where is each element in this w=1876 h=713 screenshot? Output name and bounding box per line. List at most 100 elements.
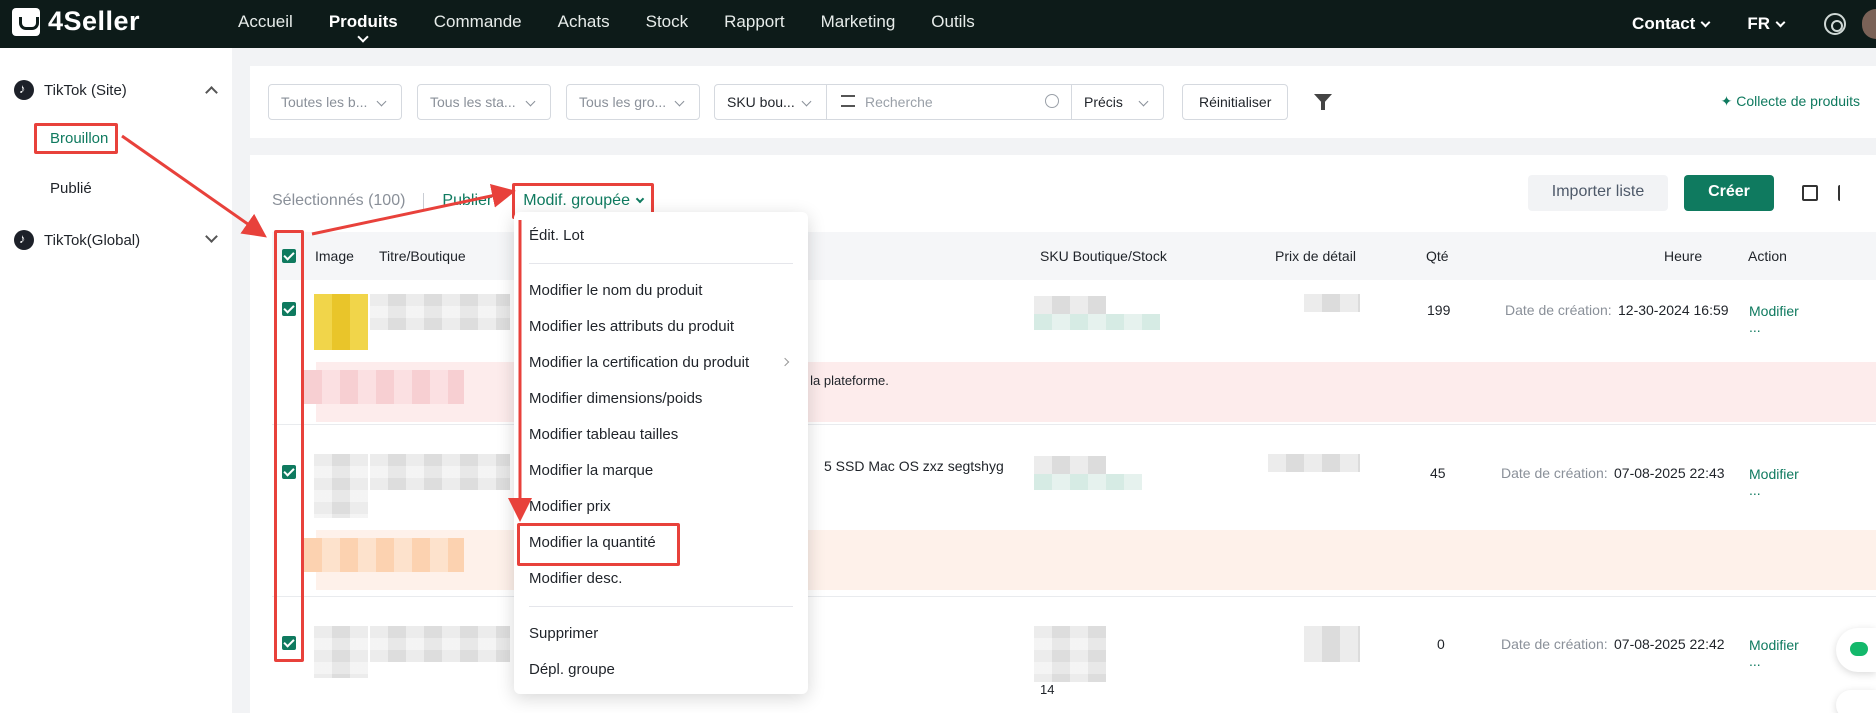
language-label: FR bbox=[1747, 14, 1770, 33]
chevron-down-icon bbox=[674, 96, 685, 107]
modify-link[interactable]: Modifier bbox=[1749, 637, 1799, 653]
more-actions[interactable]: ... bbox=[1749, 482, 1761, 498]
created-date: 07-08-2025 22:42 bbox=[1614, 636, 1725, 652]
product-thumbnail[interactable] bbox=[314, 294, 368, 350]
search-icon[interactable] bbox=[1045, 94, 1059, 108]
menu-item-edit-price[interactable]: Modifier prix bbox=[529, 498, 611, 515]
menu-item-edit-lot[interactable]: Édit. Lot bbox=[529, 227, 584, 244]
sidebar-group-tiktok-site[interactable]: TikTok (Site) bbox=[14, 80, 224, 100]
tiktok-icon bbox=[14, 80, 34, 100]
menu-item-edit-brand[interactable]: Modifier la marque bbox=[529, 462, 653, 479]
menu-item-edit-dimensions[interactable]: Modifier dimensions/poids bbox=[529, 390, 702, 407]
menu-item-edit-description[interactable]: Modifier desc. bbox=[529, 570, 622, 587]
chevron-down-icon bbox=[205, 230, 218, 243]
qty-value: 45 bbox=[1430, 465, 1446, 481]
modify-link[interactable]: Modifier bbox=[1749, 303, 1799, 319]
more-actions[interactable]: ... bbox=[1749, 319, 1761, 335]
product-thumbnail[interactable] bbox=[314, 626, 368, 678]
created-date: 07-08-2025 22:43 bbox=[1614, 465, 1725, 481]
nav-rapport[interactable]: Rapport bbox=[706, 0, 802, 48]
table-row: 199 Date de création: 12-30-2024 16:59 M… bbox=[272, 280, 1876, 440]
logo-text: 4Seller bbox=[48, 6, 141, 36]
chevron-down-icon bbox=[635, 194, 645, 204]
create-button[interactable]: Créer bbox=[1684, 175, 1774, 211]
divider bbox=[272, 424, 1876, 425]
gear-icon[interactable] bbox=[1824, 13, 1846, 35]
highlight-checkboxes bbox=[274, 230, 304, 662]
top-right-controls: Contact FR bbox=[1632, 0, 1876, 48]
status-select-value: Tous les sta... bbox=[430, 94, 516, 110]
chevron-down-icon bbox=[1775, 17, 1786, 28]
menu-item-edit-name[interactable]: Modifier le nom du produit bbox=[529, 282, 702, 299]
chat-support-button[interactable] bbox=[1836, 628, 1876, 672]
more-actions[interactable]: ... bbox=[1749, 653, 1761, 669]
th-image: Image bbox=[315, 248, 354, 264]
sidebar-group-label: TikTok(Global) bbox=[44, 231, 141, 249]
warning-blurred bbox=[304, 370, 464, 404]
qty-value: 199 bbox=[1427, 302, 1451, 318]
sidebar-group-tiktok-global[interactable]: TikTok(Global) bbox=[14, 230, 224, 250]
collect-label: Collecte de produits bbox=[1736, 93, 1860, 109]
nav-marketing[interactable]: Marketing bbox=[803, 0, 914, 48]
highlight-edit-quantity bbox=[517, 523, 680, 566]
modify-link[interactable]: Modifier bbox=[1749, 466, 1799, 482]
group-select-value: Tous les gro... bbox=[579, 94, 667, 110]
stock-blurred bbox=[1034, 474, 1142, 490]
chevron-down-icon bbox=[525, 96, 536, 107]
language-selector[interactable]: FR bbox=[1747, 14, 1786, 34]
highlight-brouillon bbox=[34, 123, 118, 154]
product-thumbnail[interactable] bbox=[314, 454, 368, 518]
contact-label: Contact bbox=[1632, 14, 1696, 33]
divider bbox=[423, 193, 425, 209]
th-title: Titre/Boutique bbox=[379, 248, 466, 264]
export-icon[interactable] bbox=[1802, 185, 1818, 201]
chevron-right-icon bbox=[780, 357, 790, 367]
price-blurred bbox=[1304, 626, 1360, 662]
menu-item-edit-attributes[interactable]: Modifier les attributs du produit bbox=[529, 318, 734, 335]
sku-type-select[interactable]: SKU bou... bbox=[714, 84, 827, 120]
product-title-blurred[interactable] bbox=[370, 626, 510, 662]
product-list-card: Sélectionnés (100) Publier Modif. groupé… bbox=[250, 155, 1876, 713]
nav-stock[interactable]: Stock bbox=[628, 0, 707, 48]
sparkle-icon: ✦ bbox=[1720, 93, 1737, 109]
filter-bar: Toutes les b... Tous les sta... Tous les… bbox=[250, 66, 1876, 138]
nav-accueil[interactable]: Accueil bbox=[220, 0, 311, 48]
import-list-button[interactable]: Importer liste bbox=[1528, 175, 1668, 211]
chevron-down-icon bbox=[801, 96, 812, 107]
column-settings-icon[interactable] bbox=[1838, 185, 1854, 201]
nav-commande[interactable]: Commande bbox=[416, 0, 540, 48]
contact-menu[interactable]: Contact bbox=[1632, 14, 1711, 34]
sku-blurred bbox=[1034, 456, 1106, 474]
sidebar-item-publie[interactable]: Publié bbox=[50, 180, 92, 197]
nav-outils[interactable]: Outils bbox=[913, 0, 992, 48]
warning-blurred bbox=[304, 538, 464, 572]
logo[interactable]: 4Seller bbox=[12, 6, 140, 37]
match-select[interactable]: Précis bbox=[1071, 84, 1164, 120]
menu-item-move-group[interactable]: Dépl. groupe bbox=[529, 661, 615, 678]
product-title-blurred[interactable] bbox=[370, 294, 510, 330]
collect-products-link[interactable]: ✦ Collecte de produits bbox=[1721, 93, 1860, 110]
reset-button[interactable]: Réinitialiser bbox=[1182, 84, 1289, 120]
match-select-value: Précis bbox=[1084, 94, 1123, 110]
chevron-down-icon bbox=[1700, 17, 1711, 28]
floating-button[interactable] bbox=[1836, 690, 1876, 713]
menu-item-edit-certification[interactable]: Modifier la certification du produit bbox=[529, 354, 749, 371]
created-label: Date de création: bbox=[1501, 636, 1608, 652]
menu-item-delete[interactable]: Supprimer bbox=[529, 625, 598, 642]
brand-select[interactable]: Toutes les b... bbox=[268, 84, 402, 120]
search-input[interactable]: Recherche bbox=[827, 84, 1071, 120]
brand-select-value: Toutes les b... bbox=[281, 94, 368, 110]
publish-button[interactable]: Publier bbox=[442, 192, 492, 210]
tiktok-icon bbox=[14, 230, 34, 250]
group-select[interactable]: Tous les gro... bbox=[566, 84, 700, 120]
status-select[interactable]: Tous les sta... bbox=[417, 84, 551, 120]
sku-count: 14 bbox=[1040, 682, 1055, 697]
filter-icon[interactable] bbox=[1314, 94, 1332, 110]
price-blurred bbox=[1268, 454, 1360, 472]
menu-item-edit-size-chart[interactable]: Modifier tableau tailles bbox=[529, 426, 678, 443]
avatar[interactable] bbox=[1862, 9, 1876, 39]
nav-produits[interactable]: Produits bbox=[311, 0, 416, 48]
product-title-blurred[interactable] bbox=[370, 454, 510, 490]
nav-achats[interactable]: Achats bbox=[540, 0, 628, 48]
divider bbox=[272, 596, 1876, 597]
